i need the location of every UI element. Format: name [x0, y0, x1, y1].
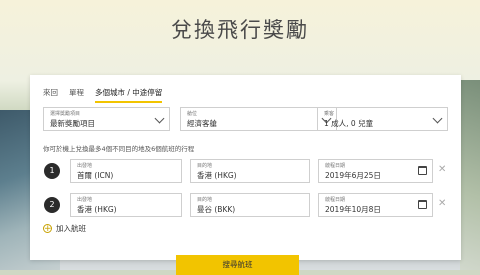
date-value: 2019年6月25日: [325, 171, 381, 180]
destination-field[interactable]: 目的地 曼谷 (BKK): [190, 193, 310, 217]
destination-label: 目的地: [197, 163, 213, 169]
origin-field[interactable]: 出發地 香港 (HKG): [70, 193, 182, 217]
origin-label: 出發地: [77, 163, 93, 169]
tab-multi-city[interactable]: 多個城市 / 中途停留: [95, 87, 163, 103]
search-flights-button[interactable]: 搜尋航班: [176, 255, 299, 275]
close-icon[interactable]: ✕: [438, 198, 446, 209]
date-label: 啟程日期: [325, 197, 346, 203]
date-value: 2019年10月8日: [325, 205, 381, 214]
multi-city-note: 你可於機上兌換最多4個不同目的地及6個航班的行程: [43, 145, 195, 153]
reward-select-label: 選擇獎勵項目: [50, 111, 81, 117]
passengers-select-value: 1 成人, 0 兒童: [324, 119, 374, 128]
passengers-select[interactable]: 乘客 1 成人, 0 兒童: [317, 107, 448, 131]
destination-value: 香港 (HKG): [197, 171, 237, 180]
date-field[interactable]: 啟程日期 2019年10月8日: [318, 193, 433, 217]
destination-value: 曼谷 (BKK): [197, 205, 236, 214]
search-card: 來回 單程 多個城市 / 中途停留 選擇獎勵項目 最新獎勵項目 艙位 經濟客艙 …: [30, 75, 461, 260]
date-label: 啟程日期: [325, 163, 346, 169]
reward-select[interactable]: 選擇獎勵項目 最新獎勵項目: [43, 107, 170, 131]
add-flight-label: 加入航班: [56, 224, 86, 233]
reward-select-value: 最新獎勵項目: [50, 119, 95, 128]
date-field[interactable]: 啟程日期 2019年6月25日: [318, 159, 433, 183]
trip-type-tabs: 來回 單程 多個城市 / 中途停留: [43, 87, 163, 103]
origin-label: 出發地: [77, 197, 93, 203]
close-icon[interactable]: ✕: [438, 164, 446, 175]
origin-value: 香港 (HKG): [77, 205, 117, 214]
calendar-icon: [418, 200, 427, 209]
background-mountain-right: [460, 80, 480, 270]
add-flight-button[interactable]: + 加入航班: [43, 223, 86, 234]
origin-value: 首爾 (ICN): [77, 171, 114, 180]
plus-icon: +: [43, 224, 52, 234]
segment-number: 2: [44, 197, 60, 213]
origin-field[interactable]: 出發地 首爾 (ICN): [70, 159, 182, 183]
cabin-select[interactable]: 艙位 經濟客艙: [180, 107, 337, 131]
tab-round-trip[interactable]: 來回: [43, 87, 58, 103]
page-title: 兌換飛行獎勵: [171, 18, 309, 42]
calendar-icon: [418, 166, 427, 175]
destination-field[interactable]: 目的地 香港 (HKG): [190, 159, 310, 183]
cabin-select-value: 經濟客艙: [187, 119, 217, 128]
passengers-select-label: 乘客: [324, 111, 335, 117]
destination-label: 目的地: [197, 197, 213, 203]
tab-one-way[interactable]: 單程: [69, 87, 84, 103]
segment-number: 1: [44, 163, 60, 179]
cabin-select-label: 艙位: [187, 111, 198, 117]
